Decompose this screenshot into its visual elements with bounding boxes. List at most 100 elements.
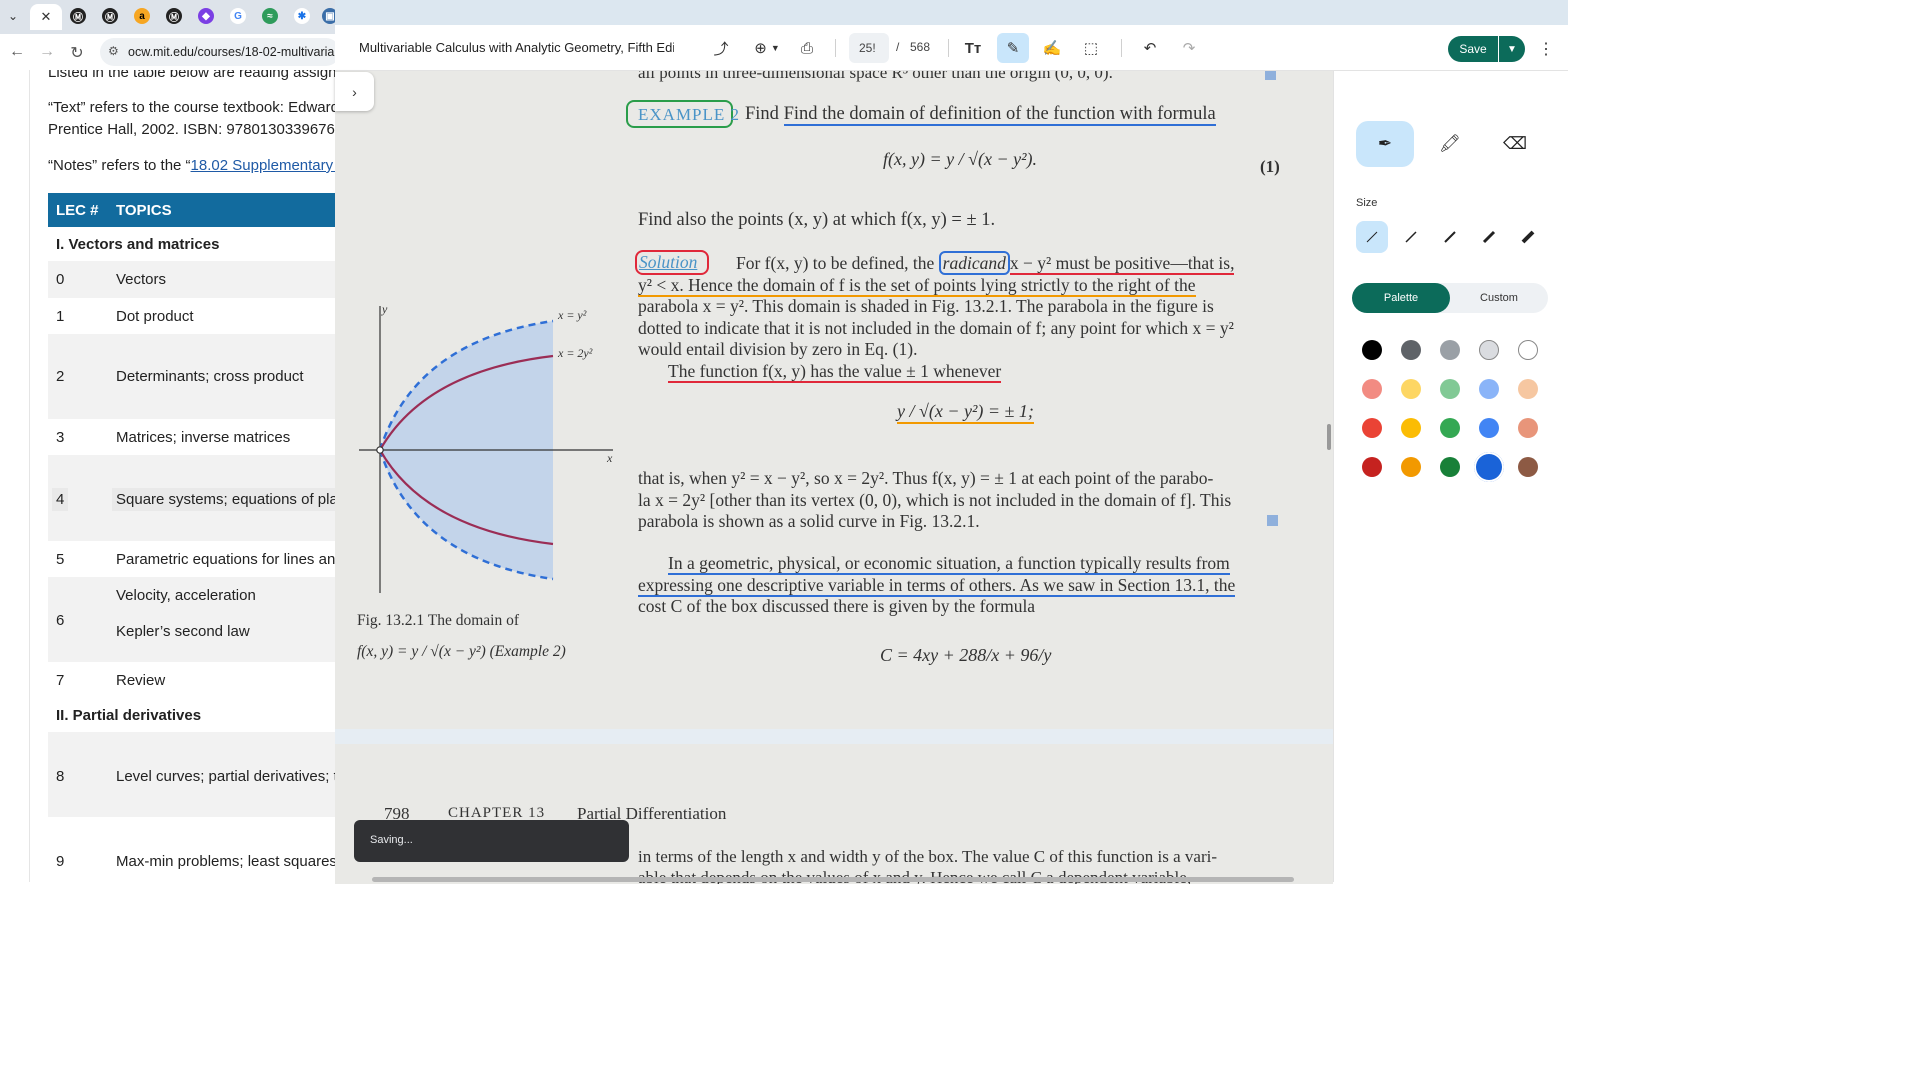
equation: C = 4xy + 288/x + 96/y bbox=[880, 645, 1052, 665]
table-row: 9 Max-min problems; least squares bbox=[48, 817, 335, 882]
highlighter-tool-icon[interactable]: 🖍 bbox=[1421, 121, 1479, 167]
site-info-icon[interactable]: ⚙ bbox=[108, 44, 119, 58]
size-option[interactable] bbox=[1473, 221, 1505, 253]
divider bbox=[1121, 39, 1122, 57]
save-dropdown-icon[interactable]: ▼ bbox=[1499, 36, 1525, 62]
page-text: The function f(x, y) has the value ± 1 w… bbox=[668, 361, 1002, 383]
table-row: 4 Square systems; equations of pla bbox=[48, 455, 335, 541]
page-text: dotted to indicate that it is not includ… bbox=[638, 318, 1234, 338]
table-row: 6 Velocity, acceleration Kepler’s second l… bbox=[48, 577, 335, 662]
page-text: expressing one descriptive variable in t… bbox=[638, 575, 1236, 597]
size-label: Size bbox=[1356, 197, 1378, 209]
zoom-icon[interactable]: ⊕ ▼ bbox=[747, 35, 787, 61]
color-swatch[interactable] bbox=[1518, 340, 1538, 360]
size-option[interactable] bbox=[1356, 221, 1388, 253]
horizontal-scrollbar[interactable] bbox=[372, 877, 1294, 882]
color-swatch[interactable] bbox=[1440, 457, 1460, 477]
tab-snowflake-icon[interactable]: ✱ bbox=[294, 8, 310, 24]
color-swatch[interactable] bbox=[1518, 418, 1538, 438]
page-text: all points in three-dimensional space R³… bbox=[638, 71, 1113, 82]
color-swatch[interactable] bbox=[1479, 418, 1499, 438]
text-note-line1: “Text” refers to the course textbook: Ed… bbox=[48, 99, 335, 116]
intro-text: Listed in the table below are reading as… bbox=[48, 70, 335, 81]
pdf-editor: Multivariable Calculus with Analytic Geo… bbox=[335, 0, 1568, 884]
active-tab[interactable]: ✕ bbox=[30, 4, 62, 30]
pen-tool-icon[interactable]: ✒ bbox=[1356, 121, 1414, 167]
color-swatch[interactable] bbox=[1401, 418, 1421, 438]
back-icon[interactable]: ← bbox=[8, 43, 26, 61]
select-area-icon[interactable]: ⬚ bbox=[1077, 35, 1105, 61]
color-swatch[interactable] bbox=[1440, 340, 1460, 360]
tab-search-icon[interactable]: ⌄ bbox=[8, 9, 26, 25]
color-swatch[interactable] bbox=[1474, 452, 1504, 482]
palette-tab[interactable]: Palette bbox=[1352, 283, 1450, 313]
undo-icon[interactable]: ↶ bbox=[1136, 35, 1164, 61]
vertical-scrollbar[interactable] bbox=[1327, 424, 1331, 450]
page-total: 568 bbox=[910, 40, 931, 54]
editor-titlebar bbox=[335, 0, 1568, 25]
color-swatch[interactable] bbox=[1362, 457, 1382, 477]
axis-label: y bbox=[382, 302, 388, 316]
page-text: For f(x, y) to be defined, the radicand x… bbox=[736, 251, 1235, 275]
reload-icon[interactable]: ↻ bbox=[68, 43, 86, 63]
more-options-icon[interactable]: ⋮ bbox=[1538, 39, 1554, 59]
section-heading: II. Partial derivatives bbox=[48, 698, 335, 732]
figure-label: x = 2y² bbox=[558, 346, 593, 360]
tab-link-icon[interactable]: ≈ bbox=[262, 8, 278, 24]
close-icon[interactable]: ✕ bbox=[41, 9, 52, 25]
print-icon[interactable]: ⎙ bbox=[793, 35, 821, 61]
url-bar[interactable]: ⚙ ocw.mit.edu/courses/18-02-multivariable bbox=[100, 38, 340, 66]
equation: f(x, y) = y / √(x − y²). bbox=[883, 149, 1037, 169]
margin-marker bbox=[1265, 71, 1276, 80]
page-text: Find Find the domain of definition of th… bbox=[745, 104, 1216, 126]
color-swatch[interactable] bbox=[1401, 340, 1421, 360]
table-row: 2 Determinants; cross product bbox=[48, 334, 335, 419]
color-swatch[interactable] bbox=[1362, 418, 1382, 438]
custom-tab[interactable]: Custom bbox=[1450, 283, 1548, 313]
pdf-page: 798 CHAPTER 13 Partial Differentiation i… bbox=[335, 744, 1333, 884]
figure-caption: f(x, y) = y / √(x − y²) (Example 2) bbox=[357, 643, 566, 660]
redo-icon[interactable]: ↷ bbox=[1175, 35, 1203, 61]
notes-link[interactable]: 18.02 Supplementary N bbox=[191, 157, 335, 174]
equation-number: (1) bbox=[1260, 157, 1280, 176]
page-text: would entail division by zero in Eq. (1)… bbox=[638, 339, 918, 359]
color-swatch[interactable] bbox=[1440, 379, 1460, 399]
color-swatch[interactable] bbox=[1440, 418, 1460, 438]
save-button[interactable]: Save bbox=[1448, 36, 1498, 62]
size-option[interactable] bbox=[1512, 221, 1544, 253]
share-icon[interactable]: ⤴ bbox=[707, 35, 735, 61]
color-swatch[interactable] bbox=[1518, 379, 1538, 399]
page-text: y² < x. Hence the domain of f is the set… bbox=[638, 275, 1196, 297]
color-swatch[interactable] bbox=[1518, 457, 1538, 477]
eraser-tool-icon[interactable]: ⌫ bbox=[1486, 121, 1544, 167]
text-tool-icon[interactable]: Tт bbox=[959, 35, 987, 61]
tab-google-icon[interactable]: G bbox=[230, 8, 246, 24]
page-text: la x = 2y² [other than its vertex (0, 0)… bbox=[638, 490, 1232, 510]
color-swatch[interactable] bbox=[1362, 379, 1382, 399]
figure-caption: Fig. 13.2.1 The domain of bbox=[357, 612, 520, 629]
tab-mit-icon[interactable]: Ⓜ bbox=[102, 8, 118, 24]
tab-amazon-icon[interactable]: a bbox=[134, 8, 150, 24]
color-swatch[interactable] bbox=[1479, 340, 1499, 360]
table-header: LEC # TOPICS bbox=[48, 193, 335, 227]
color-swatch[interactable] bbox=[1362, 340, 1382, 360]
page-margin bbox=[0, 70, 30, 882]
margin-marker bbox=[1267, 515, 1278, 526]
size-option[interactable] bbox=[1434, 221, 1466, 253]
forward-icon[interactable]: → bbox=[38, 43, 56, 61]
signature-icon[interactable]: ✍ bbox=[1038, 35, 1066, 61]
pdf-page: all points in three-dimensional space R³… bbox=[335, 71, 1333, 729]
sidebar-toggle-button[interactable]: › bbox=[335, 72, 374, 111]
color-swatch[interactable] bbox=[1401, 457, 1421, 477]
figure-label: x = y² bbox=[558, 308, 587, 322]
page-number-input[interactable]: 25! bbox=[849, 33, 889, 63]
size-option[interactable] bbox=[1395, 221, 1427, 253]
tab-app-icon[interactable]: ◆ bbox=[198, 8, 214, 24]
tab-mit-icon[interactable]: Ⓜ bbox=[70, 8, 86, 24]
color-swatch[interactable] bbox=[1479, 379, 1499, 399]
tab-mit-icon[interactable]: Ⓜ bbox=[166, 8, 182, 24]
table-row: 1 Dot product bbox=[48, 298, 335, 334]
page-text: that is, when y² = x − y², so x = 2y². T… bbox=[638, 468, 1214, 488]
draw-tool-icon[interactable]: ✎ bbox=[997, 33, 1029, 63]
color-swatch[interactable] bbox=[1401, 379, 1421, 399]
